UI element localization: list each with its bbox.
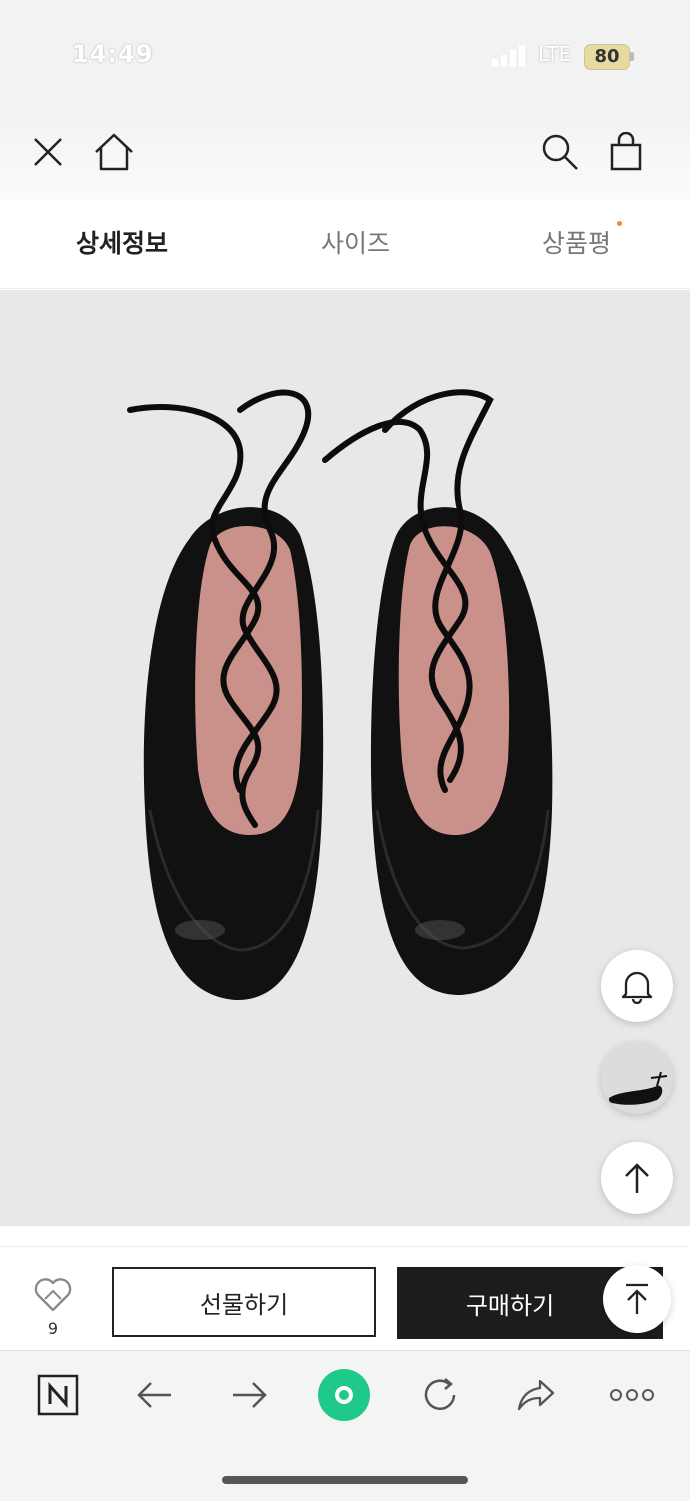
bell-icon [621, 971, 653, 1004]
search-icon[interactable] [536, 128, 584, 176]
gift-button[interactable]: 선물하기 [112, 1267, 376, 1337]
status-bar: 14:49 LTE 80 [0, 0, 690, 110]
more-icon[interactable] [608, 1371, 656, 1419]
green-dot-icon[interactable] [314, 1365, 374, 1425]
tab-bar: 상세정보 사이즈 상품평 [0, 200, 690, 289]
tab-reviews[interactable]: 상품평 [542, 224, 611, 260]
shoe-thumbnail [609, 1071, 668, 1105]
purchase-bar: 9 선물하기 구매하기 [0, 1246, 690, 1349]
left-shoe [143, 507, 324, 1001]
battery-icon: 80 [584, 44, 630, 70]
wish-count: 9 [47, 1319, 59, 1338]
home-indicator [222, 1476, 468, 1484]
scroll-top-button-2[interactable] [603, 1265, 671, 1333]
back-icon[interactable] [130, 1371, 178, 1419]
share-icon[interactable] [512, 1371, 560, 1419]
network-label: LTE [538, 42, 572, 66]
product-image [0, 290, 690, 1226]
naver-icon[interactable] [34, 1371, 82, 1419]
wish-button[interactable]: 9 [28, 1277, 78, 1338]
tab-detail[interactable]: 상세정보 [76, 224, 168, 260]
top-nav [0, 110, 690, 200]
arrow-up-bar-icon [626, 1283, 648, 1314]
status-time: 14:49 [72, 40, 154, 68]
battery-level: 80 [594, 46, 620, 67]
bell-button[interactable] [601, 950, 673, 1022]
tab-size[interactable]: 사이즈 [321, 224, 390, 260]
review-new-dot [617, 221, 622, 226]
product-photo [127, 389, 553, 1001]
scroll-top-button[interactable] [601, 1142, 673, 1214]
home-icon[interactable] [90, 128, 138, 176]
heart-icon [34, 1278, 72, 1312]
arrow-up-icon [625, 1163, 649, 1193]
thumbnail-button[interactable] [601, 1042, 673, 1114]
battery-tip [630, 52, 634, 61]
shopping-bag-icon[interactable] [602, 128, 650, 176]
close-icon[interactable] [24, 128, 72, 176]
signal-icon [492, 45, 526, 67]
refresh-icon[interactable] [416, 1371, 464, 1419]
forward-icon[interactable] [226, 1371, 274, 1419]
